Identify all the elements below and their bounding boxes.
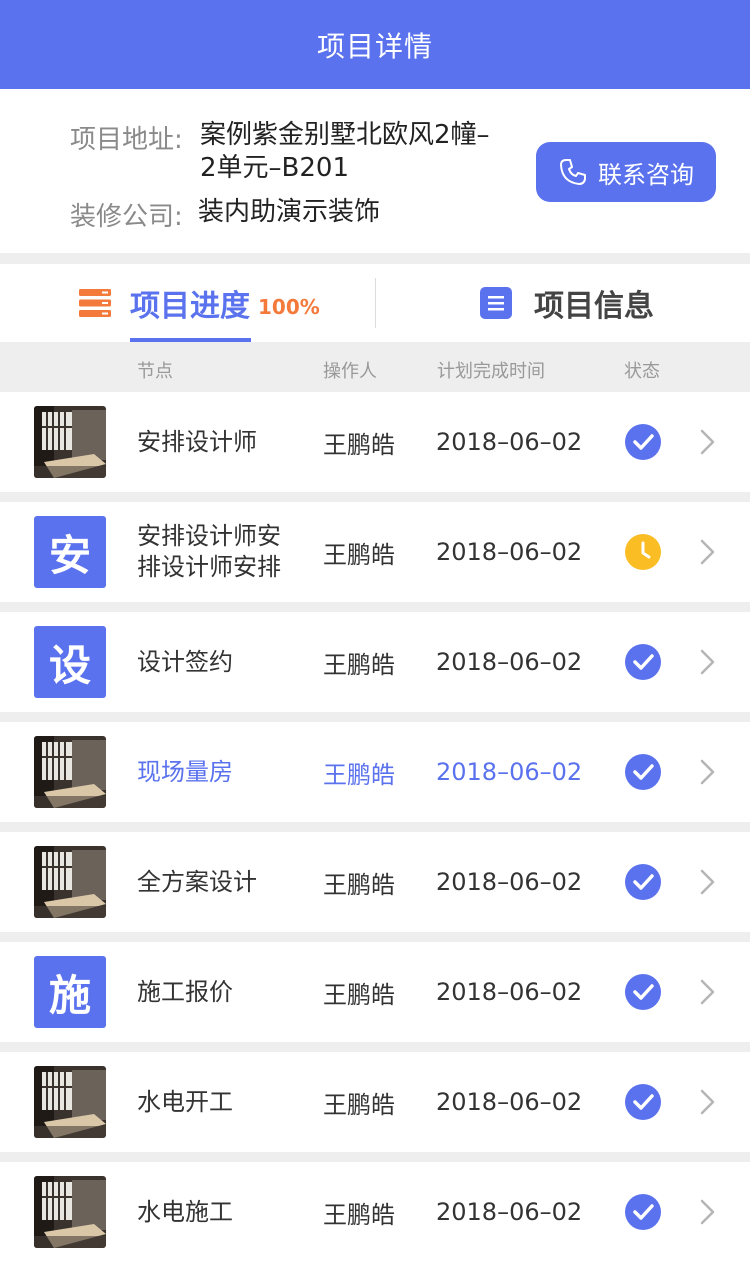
chevron-right-icon[interactable] — [698, 1088, 718, 1116]
address-label: 项目地址: — [70, 125, 183, 155]
chevron-right-icon[interactable] — [698, 758, 718, 786]
node-photo-thumb — [34, 406, 106, 478]
check-circle-icon — [625, 1084, 661, 1120]
planned-date: 2018–06–02 — [436, 1198, 583, 1226]
tab-project-info[interactable]: 项目信息 — [480, 264, 654, 342]
chevron-right-icon[interactable] — [698, 428, 718, 456]
col-status: 状态 — [624, 361, 660, 382]
chevron-right-icon[interactable] — [698, 538, 718, 566]
project-info-card: 项目地址: 案例紫金别墅北欧风2幢–2单元–B201 装修公司: 装内助演示装饰… — [0, 89, 750, 253]
planned-date: 2018–06–02 — [436, 648, 583, 676]
check-circle-icon — [625, 424, 661, 460]
node-photo-thumb — [34, 736, 106, 808]
phone-icon — [560, 159, 586, 185]
planned-date: 2018–06–02 — [436, 978, 583, 1006]
node-name: 安排设计师 — [137, 427, 257, 456]
company-value: 装内助演示装饰 — [198, 197, 381, 227]
tab-project-info-label: 项目信息 — [534, 289, 654, 324]
tab-progress-label: 项目进度 — [130, 289, 250, 324]
node-photo-thumb — [34, 1066, 106, 1138]
planned-date: 2018–06–02 — [436, 1088, 583, 1116]
node-photo-thumb — [34, 1176, 106, 1248]
check-circle-icon — [625, 974, 661, 1010]
node-letter-thumb: 安 — [34, 516, 106, 588]
clock-icon — [625, 534, 661, 570]
col-planned-time: 计划完成时间 — [437, 361, 545, 382]
document-icon — [480, 287, 512, 319]
chevron-right-icon[interactable] — [698, 868, 718, 896]
planned-date: 2018–06–02 — [436, 868, 583, 896]
operator-name: 王鹏皓 — [323, 760, 395, 789]
table-header: 节点 操作人 计划完成时间 状态 — [0, 342, 750, 392]
chevron-right-icon[interactable] — [698, 648, 718, 676]
chevron-right-icon[interactable] — [698, 978, 718, 1006]
company-label: 装修公司: — [70, 202, 183, 232]
node-photo-thumb — [34, 846, 106, 918]
operator-name: 王鹏皓 — [323, 1200, 395, 1229]
node-name: 全方案设计 — [137, 867, 257, 896]
table-row[interactable]: 施 施工报价 王鹏皓 2018–06–02 — [0, 942, 750, 1042]
tab-bar: 项目进度 100% 项目信息 — [0, 264, 750, 342]
table-row[interactable]: 现场量房 王鹏皓 2018–06–02 — [0, 722, 750, 822]
node-letter-thumb: 设 — [34, 626, 106, 698]
operator-name: 王鹏皓 — [323, 430, 395, 459]
check-circle-icon — [625, 754, 661, 790]
address-value: 案例紫金别墅北欧风2幢–2单元–B201 — [200, 120, 490, 183]
planned-date: 2018–06–02 — [436, 428, 583, 456]
check-circle-icon — [625, 1194, 661, 1230]
node-name: 水电开工 — [137, 1087, 233, 1116]
tab-divider — [375, 278, 376, 328]
node-name: 水电施工 — [137, 1197, 233, 1226]
table-row[interactable]: 水电施工 王鹏皓 2018–06–02 — [0, 1162, 750, 1262]
node-letter-thumb: 施 — [34, 956, 106, 1028]
page-title: 项目详情 — [0, 0, 750, 89]
operator-name: 王鹏皓 — [323, 1090, 395, 1119]
node-name: 安排设计师安排设计师安排 — [137, 522, 281, 581]
planned-date: 2018–06–02 — [436, 758, 583, 786]
progress-list-icon — [79, 289, 111, 317]
operator-name: 王鹏皓 — [323, 870, 395, 899]
operator-name: 王鹏皓 — [323, 650, 395, 679]
node-name: 设计签约 — [137, 647, 233, 676]
contact-button-label: 联系咨询 — [598, 160, 694, 189]
progress-percent: 100% — [258, 295, 320, 319]
planned-date: 2018–06–02 — [436, 538, 583, 566]
table-row[interactable]: 全方案设计 王鹏皓 2018–06–02 — [0, 832, 750, 932]
table-row[interactable]: 安安排设计师安排设计师安排 王鹏皓 2018–06–02 — [0, 502, 750, 602]
check-circle-icon — [625, 864, 661, 900]
table-row[interactable]: 安排设计师 王鹏皓 2018–06–02 — [0, 392, 750, 492]
chevron-right-icon[interactable] — [698, 1198, 718, 1226]
node-name: 施工报价 — [137, 977, 233, 1006]
tab-progress[interactable]: 项目进度 100% — [78, 264, 320, 342]
table-row[interactable]: 设 设计签约 王鹏皓 2018–06–02 — [0, 612, 750, 712]
table-row[interactable]: 水电开工 王鹏皓 2018–06–02 — [0, 1052, 750, 1152]
node-name: 现场量房 — [137, 757, 233, 786]
col-operator: 操作人 — [323, 361, 377, 382]
col-node: 节点 — [137, 361, 173, 382]
contact-button[interactable]: 联系咨询 — [536, 142, 716, 202]
operator-name: 王鹏皓 — [323, 540, 395, 569]
operator-name: 王鹏皓 — [323, 980, 395, 1009]
check-circle-icon — [625, 644, 661, 680]
